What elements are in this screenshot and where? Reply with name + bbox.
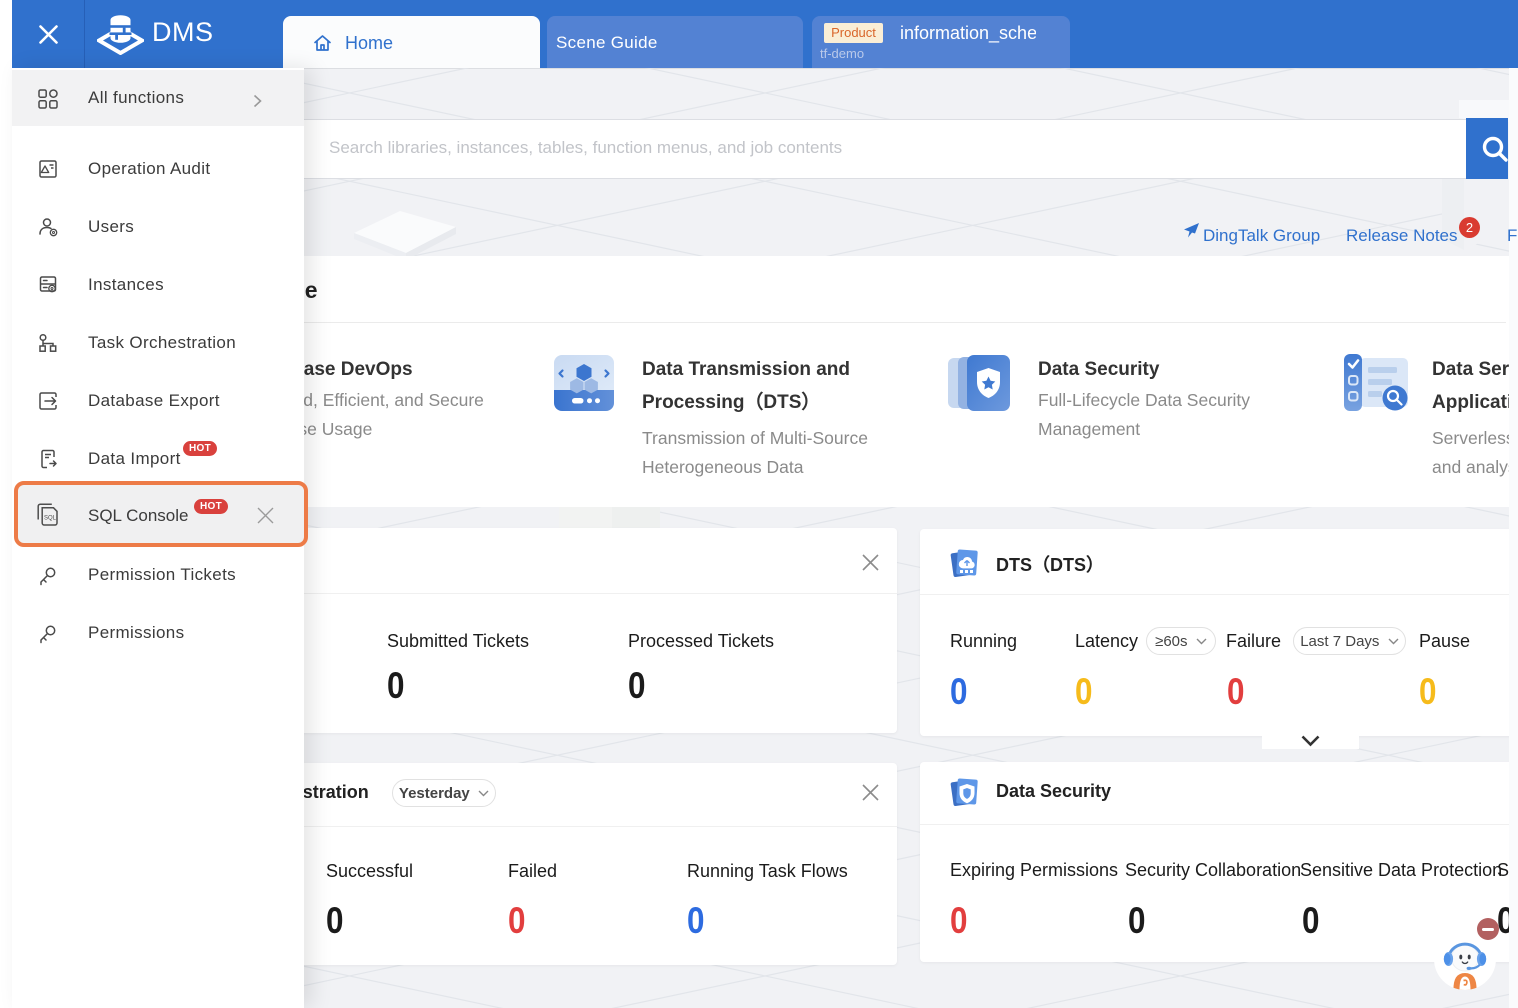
svg-text:SQL: SQL: [44, 516, 57, 522]
